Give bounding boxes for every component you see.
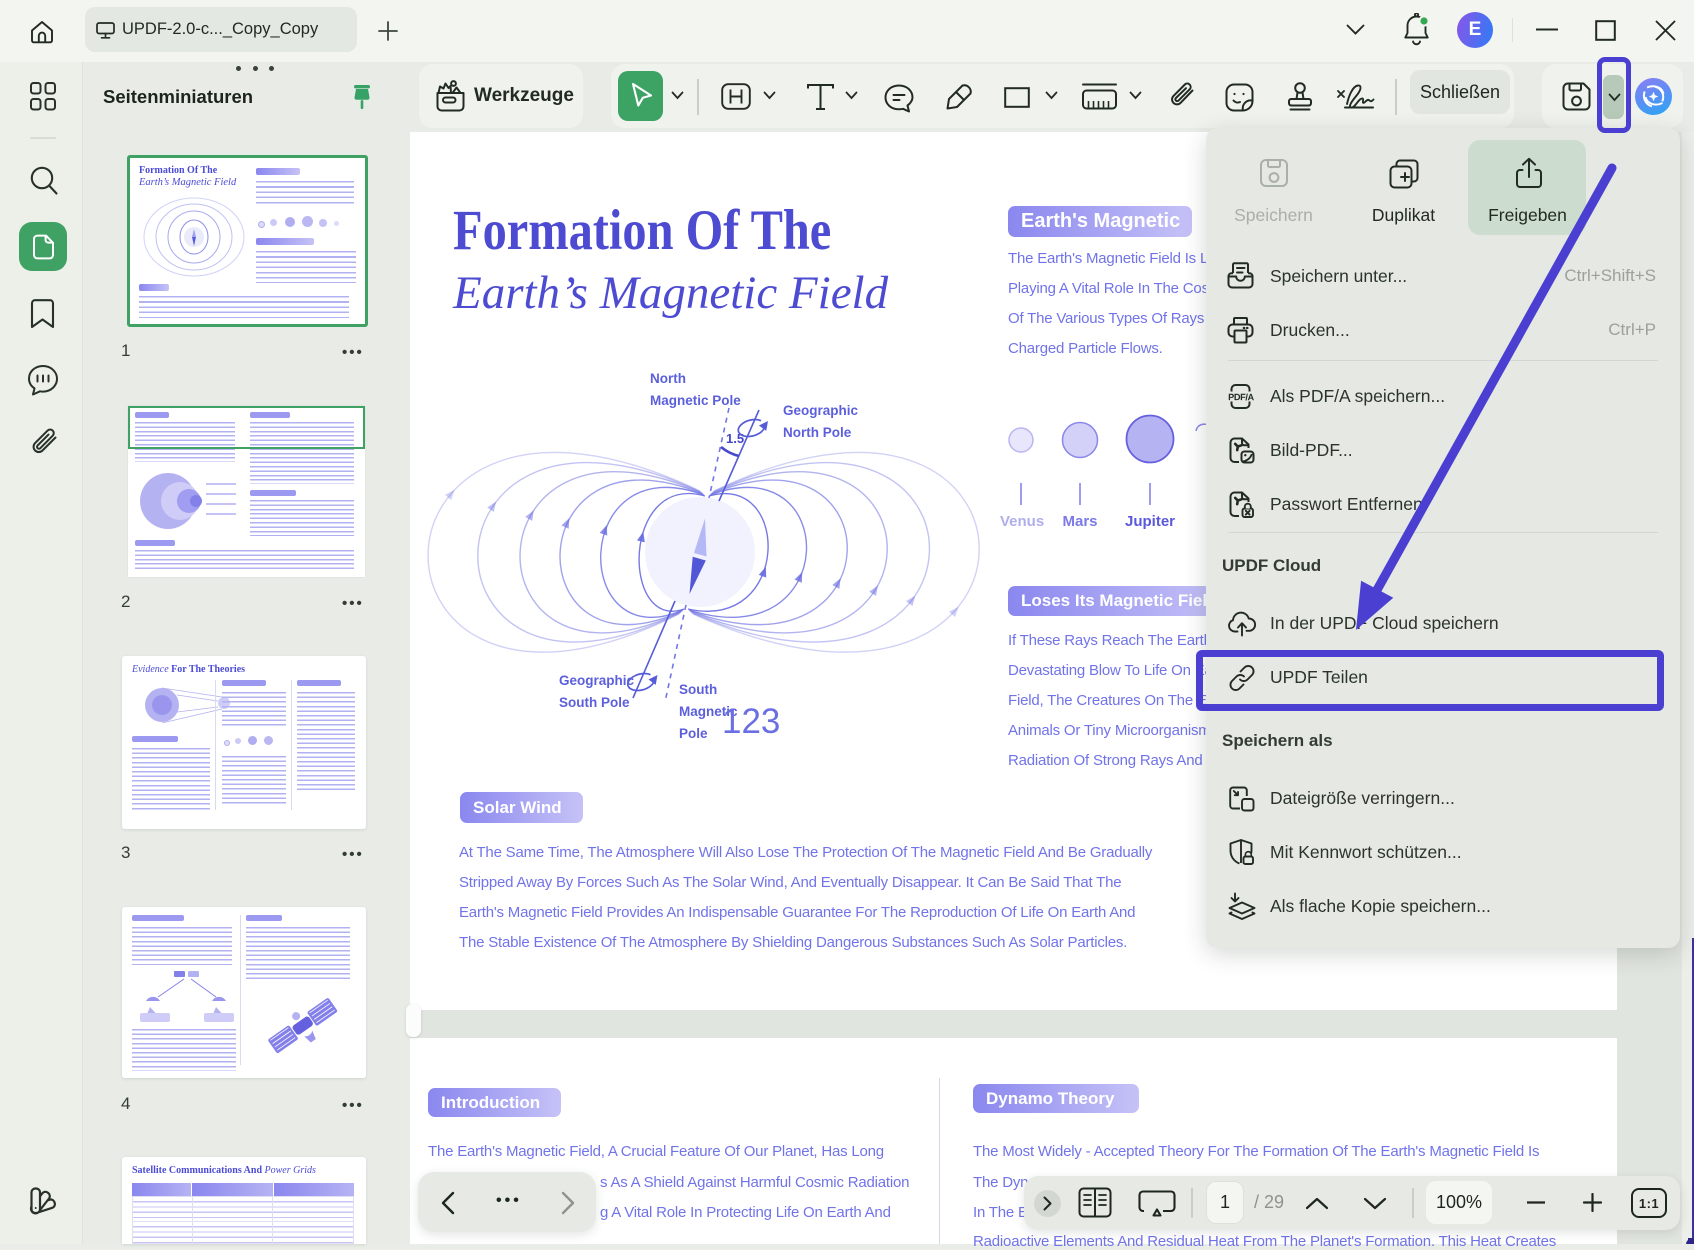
svg-text:1.5: 1.5 <box>726 431 744 446</box>
svg-text:Geographic: Geographic <box>559 673 635 688</box>
svg-text:123: 123 <box>722 702 780 741</box>
svg-text:Magnetic Pole: Magnetic Pole <box>650 393 741 408</box>
svg-text:Pole: Pole <box>679 726 708 741</box>
svg-text:North: North <box>650 371 686 386</box>
svg-text:South Pole: South Pole <box>559 695 630 710</box>
svg-text:South: South <box>679 682 717 697</box>
svg-text:Geographic: Geographic <box>783 403 859 418</box>
svg-text:PDF/A: PDF/A <box>1228 392 1254 402</box>
svg-text:North Pole: North Pole <box>783 425 852 440</box>
